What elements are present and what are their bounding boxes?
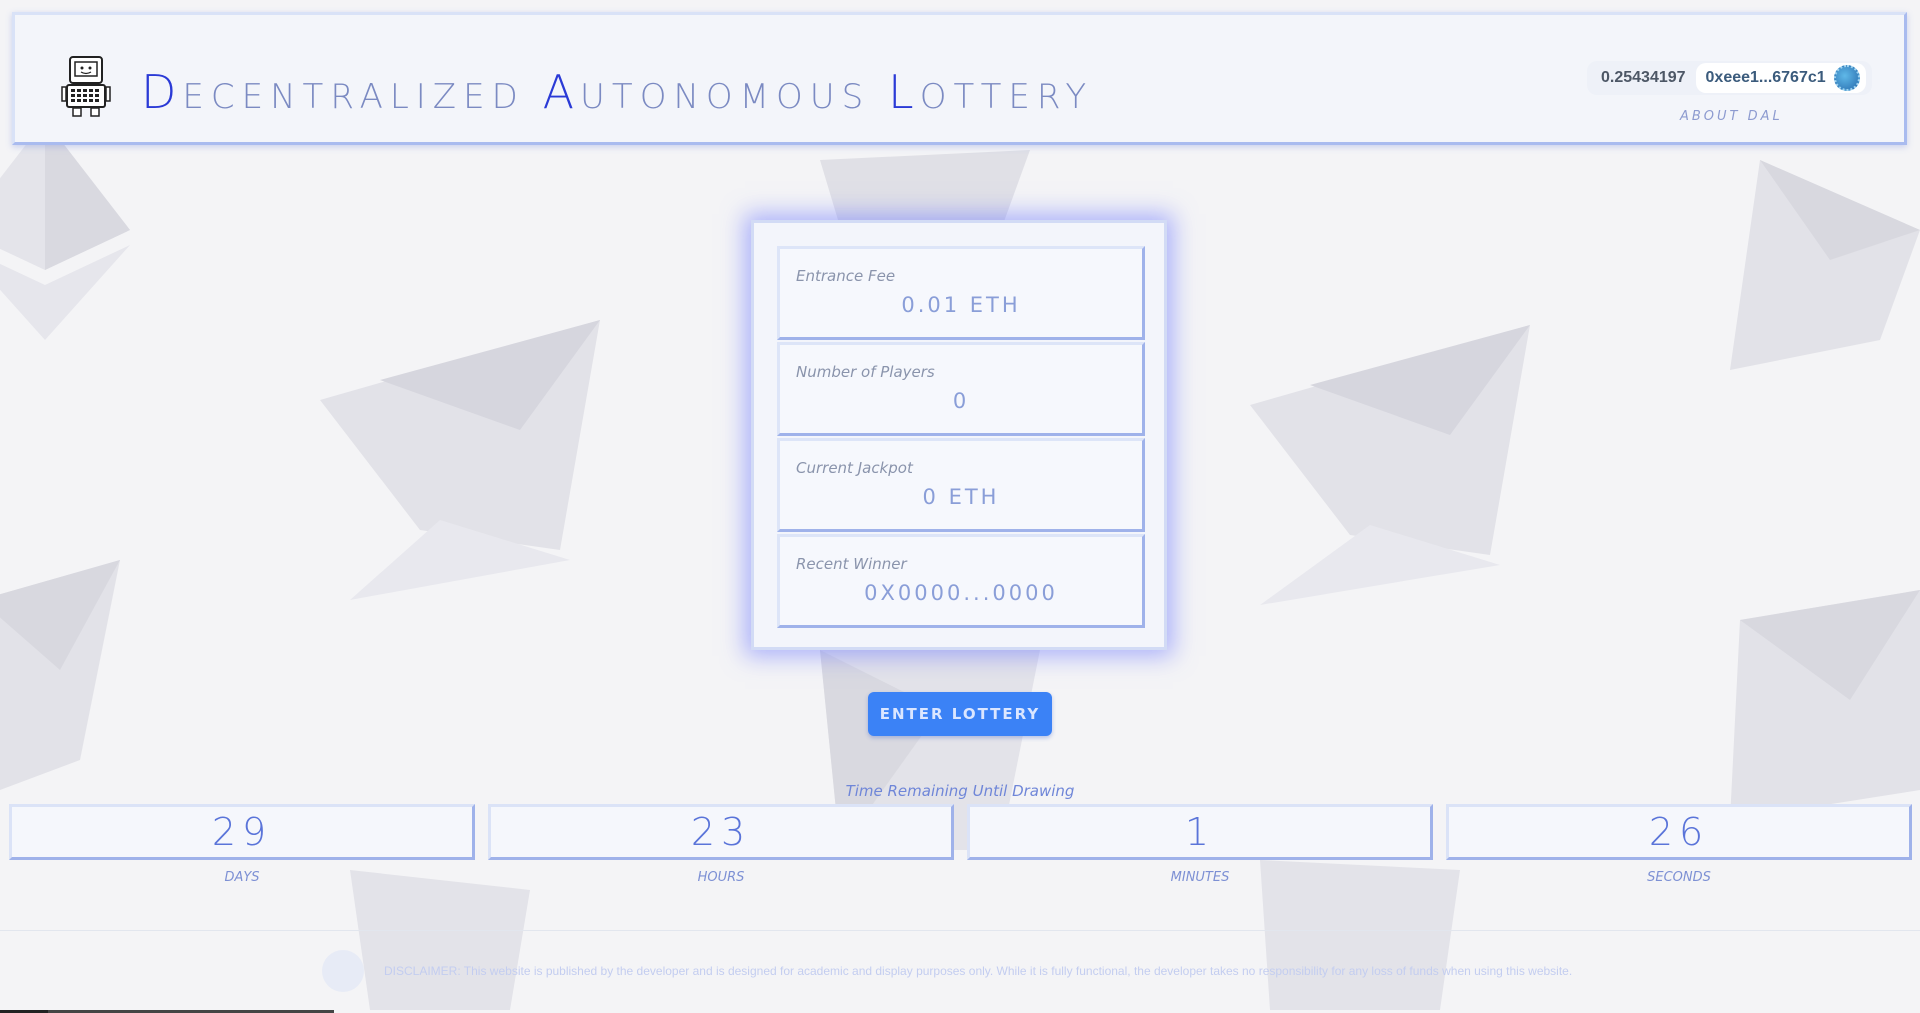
countdown-caption: SECONDS [1647, 870, 1711, 885]
footer-logo-icon [322, 950, 364, 992]
recent-winner-box: Recent Winner 0X0000...0000 [777, 534, 1145, 628]
ethereum-background-icon [0, 560, 120, 790]
wallet-balance: 0.25434197 [1601, 69, 1686, 86]
stat-value: 0 ETH [922, 485, 1000, 509]
ethereum-background-icon [1250, 325, 1530, 605]
wallet-address: 0xeee1...6767c1 [1705, 69, 1826, 86]
countdown-caption: HOURS [697, 870, 745, 885]
ethereum-background-icon [320, 320, 600, 600]
countdown-hours: 23 [488, 804, 954, 860]
timer-label: Time Remaining Until Drawing [845, 782, 1075, 800]
wallet-address-button[interactable]: 0xeee1...6767c1 [1695, 63, 1866, 93]
entrance-fee-box: Entrance Fee 0.01 ETH [777, 246, 1145, 340]
title-word: LOTTERY [888, 65, 1094, 119]
title-word: AUTONOMOUS [542, 65, 871, 119]
stat-value: 0.01 ETH [901, 293, 1021, 317]
ethereum-background-icon [350, 870, 530, 1010]
stat-label: Entrance Fee [796, 267, 896, 285]
site-header: DECENTRALIZED AUTONOMOUS LOTTERY 0.25434… [12, 12, 1907, 145]
jackpot-box: Current Jackpot 0 ETH [777, 438, 1145, 532]
wallet-widget[interactable]: 0.25434197 0xeee1...6767c1 [1587, 61, 1872, 95]
wallet-avatar-icon [1833, 65, 1860, 91]
footer-divider [0, 930, 1920, 931]
countdown-caption: MINUTES [1170, 870, 1230, 885]
countdown-seconds: 26 [1446, 804, 1912, 860]
stat-label: Current Jackpot [796, 459, 913, 477]
ethereum-background-icon [0, 120, 130, 340]
stat-label: Number of Players [796, 363, 935, 381]
stat-value: 0 [952, 389, 970, 413]
about-link[interactable]: ABOUT DAL [1680, 109, 1783, 124]
title-word: DECENTRALIZED [141, 65, 525, 119]
countdown-caption: DAYS [224, 870, 260, 885]
ethereum-background-icon [1730, 160, 1920, 370]
countdown-days: 29 [9, 804, 475, 860]
enter-lottery-button[interactable]: ENTER LOTTERY [868, 692, 1052, 736]
stat-label: Recent Winner [796, 555, 907, 573]
lottery-info-card: Entrance Fee 0.01 ETH Number of Players … [751, 220, 1167, 650]
footer-disclaimer: DISCLAIMER: This website is published by… [384, 964, 1573, 978]
stat-value: 0X0000...0000 [864, 581, 1058, 605]
countdown-minutes: 1 [967, 804, 1433, 860]
site-title: DECENTRALIZED AUTONOMOUS LOTTERY [141, 65, 1093, 119]
players-box: Number of Players 0 [777, 342, 1145, 436]
robot-icon [61, 56, 111, 117]
